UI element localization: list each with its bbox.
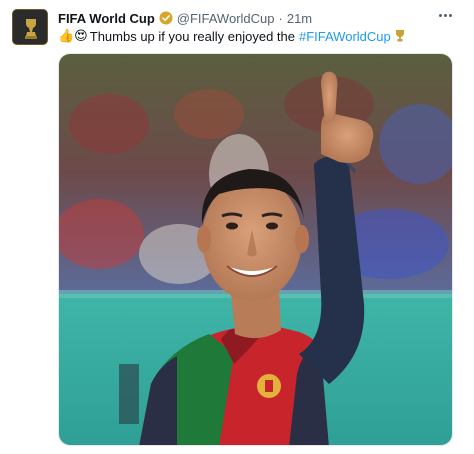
tweet-timestamp[interactable]: 21m — [287, 11, 312, 26]
author-handle[interactable]: @FIFAWorldCup — [177, 11, 275, 26]
tweet[interactable]: FIFA World Cup @FIFAWorldCup · 21m 👍😍 Th… — [0, 0, 474, 454]
author-name[interactable]: FIFA World Cup — [58, 11, 155, 26]
tweet-text: 👍😍 Thumbs up if you really enjoyed the #… — [58, 27, 405, 45]
player-thumbs-up-photo — [59, 54, 452, 445]
more-options-icon[interactable] — [434, 7, 456, 23]
trophy-emoji-icon — [395, 29, 405, 43]
verified-badge-icon — [159, 11, 173, 25]
emoji-group: 👍😍 — [58, 28, 88, 43]
tweet-header: FIFA World Cup @FIFAWorldCup · 21m — [58, 9, 312, 27]
tweet-photo[interactable] — [58, 53, 453, 446]
separator-dot: · — [278, 10, 283, 26]
hashtag-link[interactable]: #FIFAWorldCup — [299, 29, 391, 44]
avatar[interactable] — [12, 9, 48, 45]
tweet-body: Thumbs up if you really enjoyed the — [89, 28, 295, 44]
trophy-logo-icon — [13, 10, 47, 44]
